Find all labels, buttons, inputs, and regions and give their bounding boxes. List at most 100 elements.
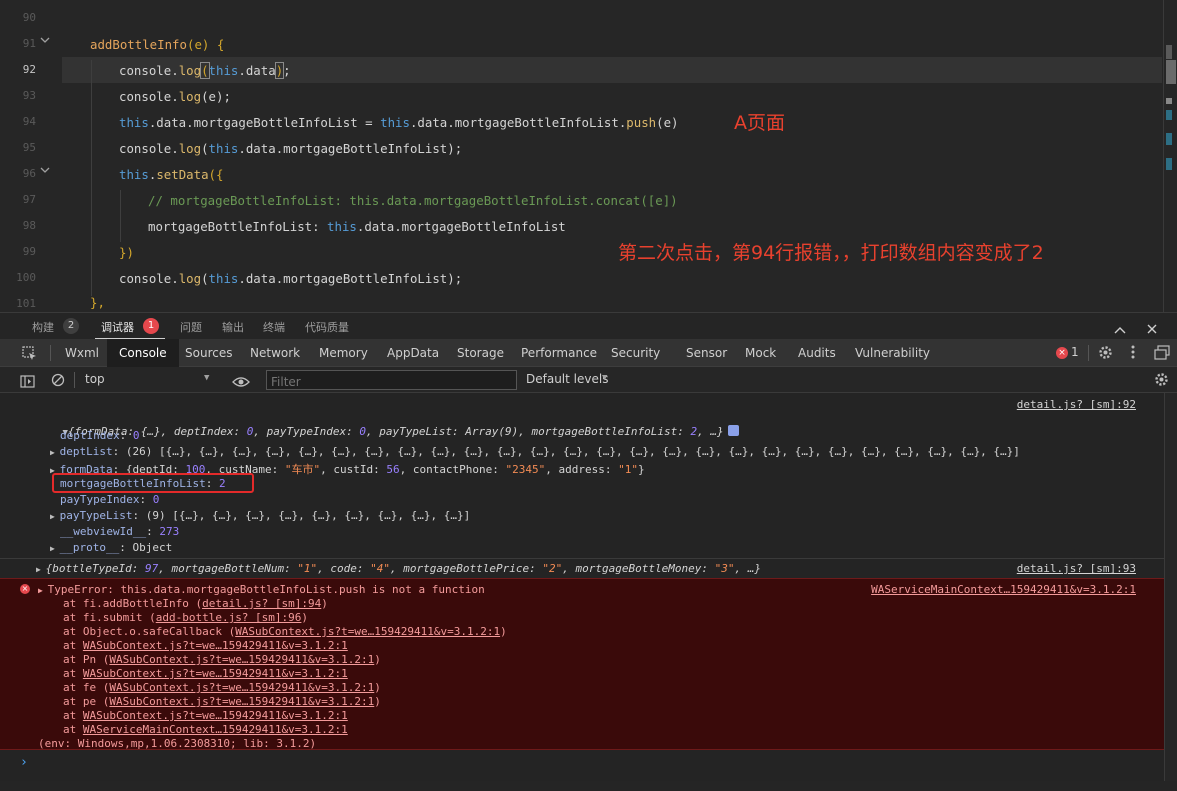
- console-output[interactable]: detail.js? [sm]:92 ▼{formData: {…}, dept…: [0, 393, 1164, 781]
- build-count-badge: 2: [63, 318, 79, 334]
- code-line-99[interactable]: }): [119, 245, 134, 260]
- tab-build[interactable]: 构建: [32, 319, 54, 335]
- tab-vulnerability[interactable]: Vulnerability: [855, 339, 930, 367]
- line-gutter: 90 91 92 93 94 95 96 97 98 99 100 101: [0, 0, 62, 312]
- stack-frame: at WASubContext.js?t=we…159429411&v=3.1.…: [63, 709, 348, 722]
- line-number: 100: [16, 271, 36, 284]
- tab-appdata[interactable]: AppData: [387, 339, 439, 367]
- tab-console[interactable]: Console: [107, 339, 179, 367]
- console-prompt-icon[interactable]: ›: [20, 755, 1164, 770]
- clear-console-icon[interactable]: [51, 372, 65, 391]
- stack-frame: at Pn (WASubContext.js?t=we…159429411&v=…: [63, 653, 381, 666]
- fold-chevron-icon[interactable]: [40, 33, 54, 47]
- property-row[interactable]: ▶ __proto__: Object: [50, 541, 1164, 554]
- fold-chevron-icon[interactable]: [40, 163, 54, 177]
- error-source-link[interactable]: WAServiceMainContext…159429411&v=3.1.2:1: [871, 583, 1136, 596]
- property-row[interactable]: ▶ deptList: (26) [{…}, {…}, {…}, {…}, {……: [50, 445, 1164, 458]
- tab-wxml[interactable]: Wxml: [65, 339, 99, 367]
- tab-code-quality[interactable]: 代码质量: [305, 319, 349, 335]
- panel-tab-bar: 构建 2 调试器 1 问题 输出 终端 代码质量: [0, 312, 1177, 340]
- expand-arrow-icon[interactable]: ▶: [36, 565, 46, 574]
- line-number: 90: [22, 11, 36, 24]
- inspect-element-icon[interactable]: [22, 346, 37, 365]
- dropdown-arrow-icon: ▼: [602, 373, 608, 383]
- code-line-95[interactable]: console.log(this.data.mortgageBottleInfo…: [119, 141, 462, 156]
- line-number: 94: [22, 115, 36, 128]
- code-line-93[interactable]: console.log(e);: [119, 89, 231, 104]
- annotation-page-a: A页面: [734, 112, 785, 134]
- log-levels-dropdown[interactable]: Default levels ▼: [522, 370, 622, 390]
- indent-guide: [91, 60, 92, 296]
- debugger-error-badge: 1: [143, 318, 159, 334]
- property-row[interactable]: ▶ payTypeList: (9) [{…}, {…}, {…}, {…}, …: [50, 509, 1164, 522]
- line-number: 101: [16, 297, 36, 310]
- tab-output[interactable]: 输出: [222, 319, 244, 335]
- source-link[interactable]: detail.js? [sm]:92: [1017, 398, 1136, 411]
- code-line-96[interactable]: this.setData({: [119, 167, 223, 182]
- code-line-100[interactable]: console.log(this.data.mortgageBottleInfo…: [119, 271, 462, 286]
- code-line-94[interactable]: this.data.mortgageBottleInfoList = this.…: [119, 115, 679, 130]
- tab-memory[interactable]: Memory: [319, 339, 368, 367]
- context-value: top: [85, 372, 105, 386]
- code-line-98[interactable]: mortgageBottleInfoList: this.data.mortga…: [148, 219, 566, 234]
- tab-network[interactable]: Network: [250, 339, 300, 367]
- error-x-icon: ×: [1056, 347, 1068, 359]
- tab-sensor[interactable]: Sensor: [686, 339, 727, 367]
- tab-security[interactable]: Security: [611, 339, 660, 367]
- stack-frame: at pe (WASubContext.js?t=we…159429411&v=…: [63, 695, 381, 708]
- stack-frame: at WAServiceMainContext…159429411&v=3.1.…: [63, 723, 348, 736]
- editor-minimap[interactable]: [1163, 0, 1177, 312]
- filter-box[interactable]: [266, 370, 517, 391]
- line-number: 98: [22, 219, 36, 232]
- sidebar-toggle-icon[interactable]: [20, 373, 35, 392]
- console-settings-gear-icon[interactable]: [1154, 372, 1169, 391]
- stack-frame: at WASubContext.js?t=we…159429411&v=3.1.…: [63, 667, 348, 680]
- console-toolbar: top ▼ Default levels ▼: [0, 367, 1177, 393]
- tab-storage[interactable]: Storage: [457, 339, 504, 367]
- code-line-97[interactable]: // mortgageBottleInfoList: this.data.mor…: [148, 193, 678, 208]
- status-bar: [0, 781, 1177, 791]
- highlight-box: [52, 473, 254, 493]
- stack-frame: at fi.addBottleInfo (detail.js? [sm]:94): [63, 597, 328, 610]
- expand-arrow-icon[interactable]: ▶: [50, 448, 60, 457]
- stack-frame: at fe (WASubContext.js?t=we…159429411&v=…: [63, 681, 381, 694]
- error-count[interactable]: 1: [1071, 345, 1079, 359]
- annotation-error-note: 第二次点击，第94行报错，，打印数组内容变成了2: [618, 242, 1044, 264]
- tab-sources[interactable]: Sources: [185, 339, 232, 367]
- expand-arrow-icon[interactable]: ▶: [50, 512, 60, 521]
- expand-arrow-icon[interactable]: ▶: [50, 544, 60, 553]
- line-number: 93: [22, 89, 36, 102]
- tab-performance[interactable]: Performance: [521, 339, 597, 367]
- tab-debugger[interactable]: 调试器: [101, 319, 134, 335]
- error-environment: (env: Windows,mp,1.06.2308310; lib: 3.1.…: [38, 737, 317, 750]
- more-options-icon[interactable]: [1131, 344, 1135, 364]
- bottle-info-row[interactable]: ▶ {bottleTypeId: 97, mortgageBottleNum: …: [36, 562, 1164, 575]
- context-selector[interactable]: top ▼: [78, 369, 220, 391]
- tab-mock[interactable]: Mock: [745, 339, 776, 367]
- tab-audits[interactable]: Audits: [798, 339, 836, 367]
- indent-guide: [120, 190, 121, 242]
- code-line-101[interactable]: },: [90, 295, 105, 310]
- stack-frame: at WASubContext.js?t=we…159429411&v=3.1.…: [63, 639, 348, 652]
- collapse-icon[interactable]: [1113, 320, 1127, 339]
- code-editor[interactable]: 90 91 92 93 94 95 96 97 98 99 100 101 ad…: [0, 0, 1177, 312]
- stack-frame: at fi.submit (add-bottle.js? [sm]:96): [63, 611, 309, 624]
- error-icon: ×: [20, 584, 30, 594]
- code-line-92[interactable]: console.log(this.data);: [119, 62, 291, 79]
- line-number: 99: [22, 245, 36, 258]
- source-link[interactable]: detail.js? [sm]:93: [1017, 562, 1136, 575]
- line-number: 97: [22, 193, 36, 206]
- error-message-block: × ▶ TypeError: this.data.mortgageBottleI…: [0, 578, 1164, 750]
- undock-icon[interactable]: [1154, 345, 1170, 364]
- property-row: deptIndex: 0: [60, 429, 140, 442]
- line-number: 96: [22, 167, 36, 180]
- code-line-91[interactable]: addBottleInfo(e) {: [90, 37, 224, 52]
- console-scrollbar[interactable]: [1164, 393, 1177, 781]
- expand-arrow-icon[interactable]: ▶: [38, 586, 48, 595]
- close-icon[interactable]: [1146, 320, 1158, 339]
- gear-icon[interactable]: [1098, 345, 1113, 364]
- eye-icon[interactable]: [232, 373, 250, 392]
- filter-input[interactable]: [271, 373, 511, 391]
- tab-problems[interactable]: 问题: [180, 319, 202, 335]
- tab-terminal[interactable]: 终端: [263, 319, 285, 335]
